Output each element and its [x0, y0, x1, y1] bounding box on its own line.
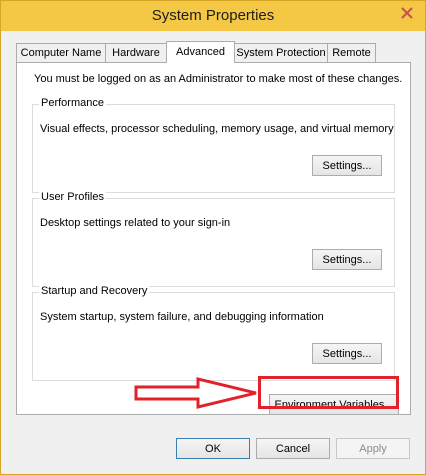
startup-recovery-description: System startup, system failure, and debu…: [40, 311, 324, 323]
user-profiles-group: User Profiles Desktop settings related t…: [32, 191, 395, 287]
annotation-highlight-box: [258, 376, 399, 409]
user-profiles-description: Desktop settings related to your sign-in: [40, 217, 231, 229]
tab-system-protection[interactable]: System Protection: [234, 43, 328, 62]
tab-remote[interactable]: Remote: [327, 43, 376, 62]
performance-settings-button[interactable]: Settings...: [312, 155, 382, 176]
startup-recovery-settings-button[interactable]: Settings...: [312, 343, 382, 364]
ok-button[interactable]: OK: [176, 438, 250, 459]
right-arrow-icon: [134, 377, 257, 409]
title-bar[interactable]: System Properties: [1, 1, 425, 31]
advanced-tab-panel: You must be logged on as an Administrato…: [16, 62, 411, 415]
window-title: System Properties: [151, 7, 275, 24]
performance-description: Visual effects, processor scheduling, me…: [40, 123, 394, 135]
system-properties-window: System Properties Computer Name Hardware…: [0, 0, 426, 475]
tab-hardware[interactable]: Hardware: [105, 43, 167, 62]
close-icon: [401, 6, 413, 19]
performance-group: Performance Visual effects, processor sc…: [32, 97, 395, 193]
close-button[interactable]: [395, 3, 419, 22]
startup-recovery-group: Startup and Recovery System startup, sys…: [32, 285, 395, 381]
cancel-button[interactable]: Cancel: [256, 438, 330, 459]
admin-notice: You must be logged on as an Administrato…: [34, 73, 403, 85]
performance-title: Performance: [39, 97, 106, 109]
startup-recovery-title: Startup and Recovery: [39, 285, 150, 297]
tab-advanced[interactable]: Advanced: [166, 41, 235, 63]
user-profiles-settings-button[interactable]: Settings...: [312, 249, 382, 270]
tab-computer-name[interactable]: Computer Name: [16, 43, 106, 62]
user-profiles-title: User Profiles: [39, 191, 106, 203]
apply-button[interactable]: Apply: [336, 438, 410, 459]
